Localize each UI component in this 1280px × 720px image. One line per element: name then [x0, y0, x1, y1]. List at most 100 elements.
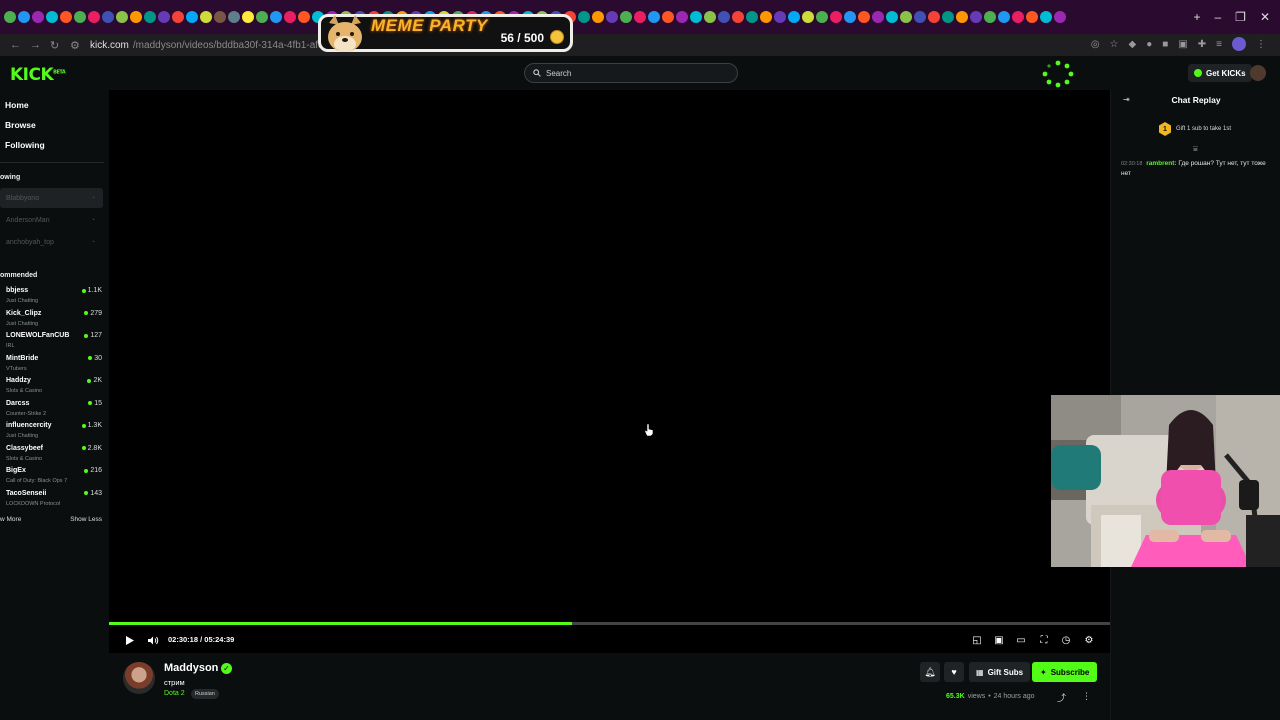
following-item[interactable]: Blabbyono ◔ [0, 188, 103, 208]
site-info-icon[interactable]: ⚙ [70, 39, 82, 52]
gift-subs-button[interactable]: ▦ Gift Subs [969, 662, 1031, 682]
more-options-button[interactable]: ⋮ [1082, 691, 1091, 702]
browser-tab-favicon-icon[interactable] [46, 11, 58, 23]
browser-tab-favicon-icon[interactable] [578, 11, 590, 23]
nav-following[interactable]: Following [5, 140, 45, 150]
notifications-button[interactable]: 🔔︎ [920, 662, 940, 682]
recommended-channel[interactable]: Kick_Clipz Just Chatting 279 [6, 310, 102, 330]
browser-tab-favicon-icon[interactable] [788, 11, 800, 23]
browser-tab-favicon-icon[interactable] [1054, 11, 1066, 23]
browser-tab-favicon-icon[interactable] [130, 11, 142, 23]
browser-tab-favicon-icon[interactable] [88, 11, 100, 23]
recommended-channel[interactable]: TacoSenseii LOCKDOWN Protocol 143 [6, 490, 102, 510]
streamer-name[interactable]: Maddyson [164, 662, 218, 674]
nav-home[interactable]: Home [5, 100, 29, 110]
browser-tab-favicon-icon[interactable] [858, 11, 870, 23]
show-less-button[interactable]: Show Less [70, 516, 102, 523]
extension-icon[interactable]: ■ [1162, 39, 1168, 50]
maximize-button[interactable]: ❐ [1235, 10, 1246, 24]
browser-tab-favicon-icon[interactable] [648, 11, 660, 23]
browser-tab-favicon-icon[interactable] [186, 11, 198, 23]
browser-tab-favicon-icon[interactable] [592, 11, 604, 23]
browser-tab-favicon-icon[interactable] [18, 11, 30, 23]
video-player[interactable] [109, 90, 1110, 653]
collapse-chat-icon[interactable]: ⇥ [1123, 95, 1130, 104]
kick-logo[interactable]: KICKBETA [10, 65, 66, 85]
browser-tab-favicon-icon[interactable] [774, 11, 786, 23]
browser-tab-favicon-icon[interactable] [32, 11, 44, 23]
browser-tab-favicon-icon[interactable] [942, 11, 954, 23]
clip-button[interactable]: ▣ [992, 633, 1006, 647]
theater-mode-button[interactable]: ▭ [1014, 633, 1028, 647]
browser-tab-favicon-icon[interactable] [956, 11, 968, 23]
browser-tab-favicon-icon[interactable] [214, 11, 226, 23]
back-icon[interactable]: ← [10, 39, 22, 51]
follow-button[interactable]: ♥ [944, 662, 964, 682]
recommended-channel[interactable]: MintBride VTubers 30 [6, 355, 102, 375]
browser-tab-favicon-icon[interactable] [242, 11, 254, 23]
browser-tab-favicon-icon[interactable] [606, 11, 618, 23]
streamer-avatar[interactable] [123, 662, 155, 694]
browser-tab-favicon-icon[interactable] [760, 11, 772, 23]
recommended-channel[interactable]: BigEx Call of Duty: Black Ops 7 216 [6, 467, 102, 487]
play-button[interactable] [123, 633, 137, 647]
extension-icon[interactable]: ● [1146, 39, 1152, 50]
browser-menu-icon[interactable]: ⋮ [1256, 39, 1266, 50]
gift-leaderboard-banner[interactable]: 1 Gift 1 sub to take 1st [1159, 122, 1231, 136]
fullscreen-button[interactable]: ⛶ [1037, 633, 1051, 647]
stream-category[interactable]: Dota 2 [164, 690, 185, 697]
browser-tab-favicon-icon[interactable] [970, 11, 982, 23]
get-kicks-button[interactable]: Get KICKs [1188, 64, 1252, 82]
browser-tab-favicon-icon[interactable] [704, 11, 716, 23]
browser-tab-favicon-icon[interactable] [1026, 11, 1038, 23]
extension-icon[interactable]: ◆ [1129, 39, 1137, 50]
search-input[interactable]: Search [524, 63, 738, 83]
browser-tab-favicon-icon[interactable] [662, 11, 674, 23]
browser-tab-favicon-icon[interactable] [298, 11, 310, 23]
puzzle-icon[interactable]: ✚ [1198, 39, 1206, 50]
miniplayer-button[interactable]: ◱ [970, 633, 984, 647]
browser-tab-favicon-icon[interactable] [228, 11, 240, 23]
browser-tab-favicon-icon[interactable] [116, 11, 128, 23]
bookmark-star-icon[interactable]: ☆ [1110, 39, 1119, 50]
progress-bar[interactable] [109, 622, 1110, 625]
recommended-channel[interactable]: influencercity Just Chatting 1.3K [6, 422, 102, 442]
browser-tab-favicon-icon[interactable] [172, 11, 184, 23]
new-tab-button[interactable]: + [1193, 10, 1200, 24]
nav-browse[interactable]: Browse [5, 120, 36, 130]
minimize-button[interactable]: – [1214, 10, 1221, 24]
close-window-button[interactable]: ✕ [1260, 10, 1270, 24]
browser-tab-favicon-icon[interactable] [634, 11, 646, 23]
browser-tab-favicon-icon[interactable] [60, 11, 72, 23]
volume-button[interactable] [146, 633, 160, 647]
browser-tab-favicon-icon[interactable] [998, 11, 1010, 23]
recommended-channel[interactable]: Classybeef Slots & Casino 2.8K [6, 445, 102, 465]
recommended-channel[interactable]: Darcss Counter-Strike 2 15 [6, 400, 102, 420]
show-more-button[interactable]: w More [0, 516, 21, 523]
following-item[interactable]: anchobyah_top ◔ [0, 232, 103, 252]
browser-tab-favicon-icon[interactable] [914, 11, 926, 23]
browser-tab-favicon-icon[interactable] [144, 11, 156, 23]
browser-tab-favicon-icon[interactable] [900, 11, 912, 23]
recommended-channel[interactable]: Haddzy Slots & Casino 2K [6, 377, 102, 397]
eye-off-icon[interactable]: ◎ [1091, 39, 1100, 50]
browser-tab-favicon-icon[interactable] [746, 11, 758, 23]
browser-tab-favicon-icon[interactable] [284, 11, 296, 23]
share-button[interactable]: ⤴ [1057, 691, 1066, 704]
browser-tab-favicon-icon[interactable] [158, 11, 170, 23]
user-avatar[interactable] [1250, 65, 1266, 81]
browser-tab-favicon-icon[interactable] [928, 11, 940, 23]
forward-icon[interactable]: → [30, 39, 42, 51]
browser-tab-favicon-icon[interactable] [830, 11, 842, 23]
browser-tab-favicon-icon[interactable] [676, 11, 688, 23]
browser-tab-favicon-icon[interactable] [270, 11, 282, 23]
browser-tab-favicon-icon[interactable] [1040, 11, 1052, 23]
browser-tab-favicon-icon[interactable] [4, 11, 16, 23]
browser-tab-favicon-icon[interactable] [984, 11, 996, 23]
browser-tab-favicon-icon[interactable] [802, 11, 814, 23]
browser-tab-favicon-icon[interactable] [1012, 11, 1024, 23]
following-item[interactable]: AndersonMan ◔ [0, 210, 103, 230]
speed-button[interactable]: ◷ [1059, 633, 1073, 647]
browser-tab-favicon-icon[interactable] [74, 11, 86, 23]
browser-tab-favicon-icon[interactable] [872, 11, 884, 23]
